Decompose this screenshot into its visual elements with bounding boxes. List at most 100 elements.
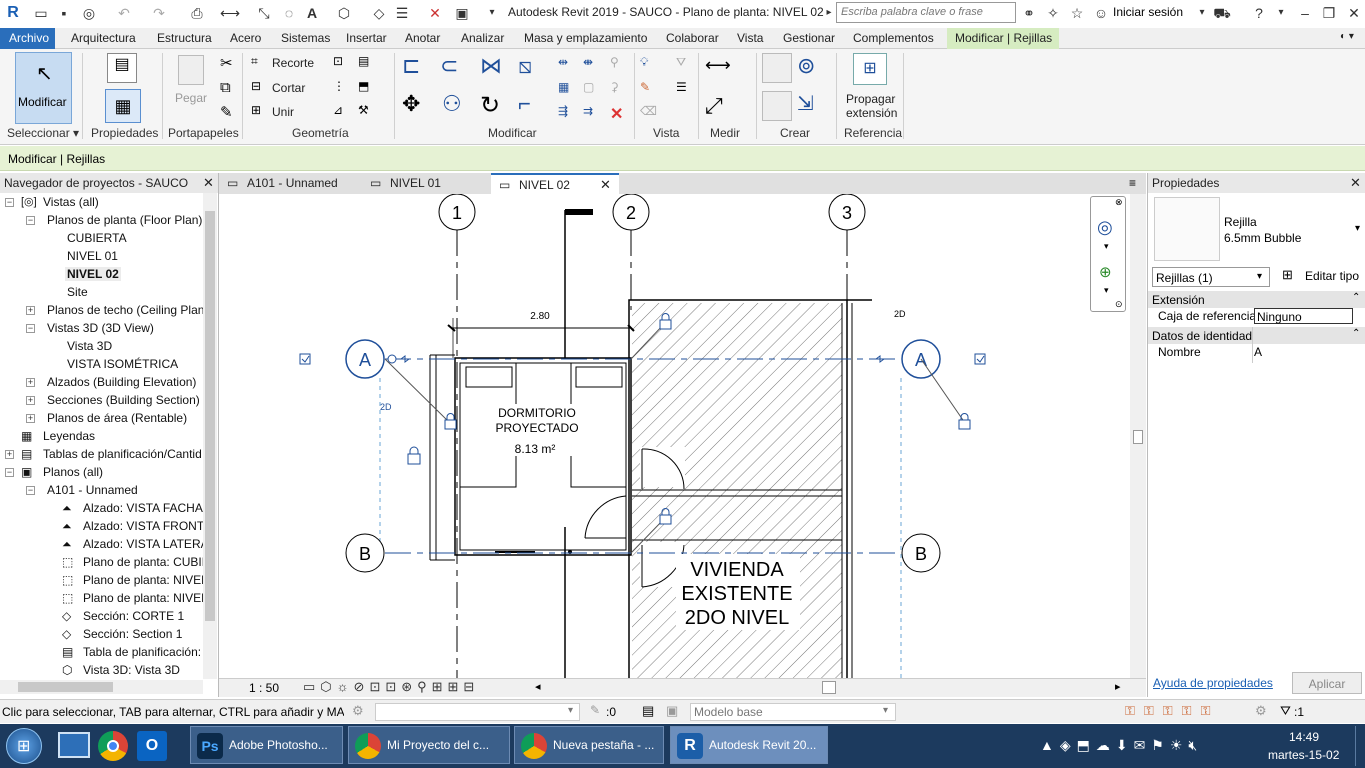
design-option-select[interactable]: Modelo base ▾ [690, 703, 896, 721]
drawing-canvas[interactable]: VIVIENDA EXISTENTE 2DO NIVEL DORMITORIO … [219, 194, 1146, 679]
measure-icon[interactable]: ⟷ [220, 4, 240, 22]
selection-toggles-icons[interactable]: ⚿⚿⚿⚿⚿ [1125, 703, 1219, 719]
customize-dropdown-icon[interactable]: ▾ [483, 4, 501, 22]
lock-icon[interactable] [407, 446, 421, 465]
tab-gestionar[interactable]: Gestionar [783, 31, 835, 45]
split-face-icon[interactable]: ⋮ [333, 79, 353, 97]
scale-value[interactable]: 1 : 50 [249, 681, 279, 695]
tree-item[interactable]: CUBIERTA [67, 231, 127, 245]
split-gap-icon[interactable]: ⇼ [583, 55, 603, 73]
join-roof-icon[interactable]: ⬒ [358, 79, 378, 97]
tree-item[interactable]: Plano de planta: NIVEL [83, 573, 203, 587]
print-icon[interactable]: ⎙ [188, 4, 206, 22]
zoom-dropdown-icon[interactable]: ▾ [1104, 285, 1109, 296]
switch-windows-icon[interactable]: ▣ [453, 4, 471, 22]
tree-item[interactable]: Alzado: VISTA LATERAI [83, 537, 203, 551]
tab-estructura[interactable]: Estructura [157, 31, 212, 45]
lock-icon[interactable] [958, 413, 971, 430]
tab-anotar[interactable]: Anotar [405, 31, 440, 45]
task-revit[interactable]: R Autodesk Revit 20... [670, 726, 828, 764]
tray-icons[interactable]: ▲◈⬒☁⬇✉⚑☀🔇︎ [1040, 737, 1203, 754]
propagate-extents-icon[interactable]: ⊞ [853, 53, 887, 85]
task-chrome-2[interactable]: Nueva pestaña - ... [514, 726, 664, 764]
zoom-icon[interactable]: ⊕ [1099, 263, 1112, 281]
tree-item[interactable]: Planos (all) [43, 465, 103, 479]
paste-icon[interactable] [178, 55, 204, 85]
tab-modificar-rejillas[interactable]: Modificar | Rejillas [947, 28, 1059, 49]
tree-item[interactable]: Plano de planta: NIVEL [83, 591, 203, 605]
filter-icon[interactable]: ⛛ [1280, 703, 1291, 719]
save-icon[interactable]: ▪ [55, 4, 73, 22]
tab-arquitectura[interactable]: Arquitectura [71, 31, 136, 45]
eraser-icon[interactable]: ⌫ [640, 104, 660, 122]
steering-wheel-icon[interactable]: ◎ [1097, 217, 1113, 238]
tree-item[interactable]: Planos de techo (Ceiling Plan [47, 303, 203, 317]
unpin-icon[interactable]: ⚳ [610, 80, 630, 98]
tab-masa[interactable]: Masa y emplazamiento [524, 31, 647, 45]
revit-logo-icon[interactable]: R [4, 4, 22, 22]
group-seleccionar[interactable]: Seleccionar ▾ [7, 126, 79, 140]
create-assembly-icon[interactable] [762, 53, 792, 83]
tree-item[interactable]: Vista 3D [67, 339, 112, 353]
properties-close-icon[interactable]: ✕ [1350, 175, 1361, 191]
ribbon-options-icon[interactable]: ◐ ▾ [1340, 31, 1354, 42]
tag-2d-right[interactable]: 2D [894, 309, 906, 319]
navbar-close-icon[interactable]: ⊗ [1115, 197, 1123, 208]
split-icon[interactable]: ⇹ [558, 55, 578, 73]
cut-button[interactable]: Cortar [272, 81, 305, 95]
tab-insertar[interactable]: Insertar [346, 31, 387, 45]
exclude-options-icon[interactable]: ▣ [666, 703, 678, 719]
redo-icon[interactable]: ↷ [150, 4, 168, 22]
pin-icon[interactable]: ⚲ [610, 55, 630, 73]
browser-hscrollbar[interactable] [0, 680, 203, 694]
favorites-star-icon[interactable]: ☆ [1068, 4, 1086, 22]
tree-item[interactable]: Vistas 3D (3D View) [47, 321, 154, 335]
tree-item[interactable]: Sección: Section 1 [83, 627, 182, 641]
delete-icon[interactable]: ✕ [610, 104, 630, 123]
scroll-left-icon[interactable]: ◂ [535, 680, 541, 693]
editable-icon[interactable]: ✎ [590, 703, 600, 717]
create-group-icon[interactable] [762, 91, 792, 121]
show-desktop-button[interactable] [1355, 726, 1365, 766]
tree-item[interactable]: Leyendas [43, 429, 95, 443]
signin-link[interactable]: Iniciar sesión [1113, 5, 1183, 19]
edit-type-button[interactable]: Editar tipo [1305, 269, 1359, 283]
tree-item[interactable]: NIVEL 01 [67, 249, 118, 263]
tab-close-icon[interactable]: ✕ [600, 177, 611, 193]
tree-item[interactable]: VISTA ISOMÉTRICA [67, 357, 178, 371]
join-icon[interactable]: ⊞ [251, 103, 271, 121]
start-button[interactable]: ⊞ [6, 728, 42, 764]
design-options-icon[interactable]: ▤ [642, 703, 654, 719]
dimension-icon[interactable]: ⤡ [255, 4, 273, 22]
cut-icon[interactable]: ✂ [220, 54, 240, 72]
outlook-icon[interactable]: O [137, 731, 167, 761]
tree-item[interactable]: Site [67, 285, 88, 299]
open-icon[interactable]: ▭ [32, 4, 50, 22]
tree-item-selected[interactable]: NIVEL 02 [65, 267, 121, 281]
close-icon[interactable]: ✕ [1345, 4, 1363, 22]
rotate-icon[interactable]: ↻ [480, 91, 510, 121]
copy-icon[interactable]: ⧉ [220, 79, 240, 97]
aligned-dimension-icon[interactable]: ⟷ [705, 55, 731, 76]
tree-item[interactable]: Vista 3D: Vista 3D [83, 663, 180, 677]
type-selector-dropdown-icon[interactable]: ▾ [1355, 223, 1360, 234]
element-filter-select[interactable]: Rejillas (1) ▾ [1152, 267, 1270, 287]
wall-joins-icon[interactable]: ⊡ [333, 54, 353, 72]
tab-nivel-02[interactable]: ▭ NIVEL 02 ✕ [491, 173, 619, 194]
checkbox-icon[interactable] [974, 353, 986, 365]
tree-item[interactable]: Vistas (all) [43, 195, 99, 209]
grid-end-handle[interactable] [387, 354, 397, 364]
tree-item[interactable]: Secciones (Building Section) [47, 393, 200, 407]
chrome-icon[interactable] [98, 731, 128, 761]
move-icon[interactable]: ✥ [402, 91, 432, 121]
properties-help-link[interactable]: Ayuda de propiedades [1153, 676, 1273, 690]
signin-dropdown-icon[interactable]: ▾ [1193, 4, 1211, 22]
properties-icon[interactable]: ▦ [105, 89, 141, 123]
tab-sistemas[interactable]: Sistemas [281, 31, 330, 45]
align-icon[interactable]: ⊏ [402, 53, 432, 83]
copy-elem-icon[interactable]: ⚇ [442, 91, 472, 121]
trim-multiple-icon[interactable]: ⇶ [558, 104, 578, 122]
scroll-right-icon[interactable]: ▸ [1115, 680, 1121, 693]
browser-close-icon[interactable]: ✕ [203, 175, 214, 191]
text-icon[interactable]: A [303, 4, 321, 22]
